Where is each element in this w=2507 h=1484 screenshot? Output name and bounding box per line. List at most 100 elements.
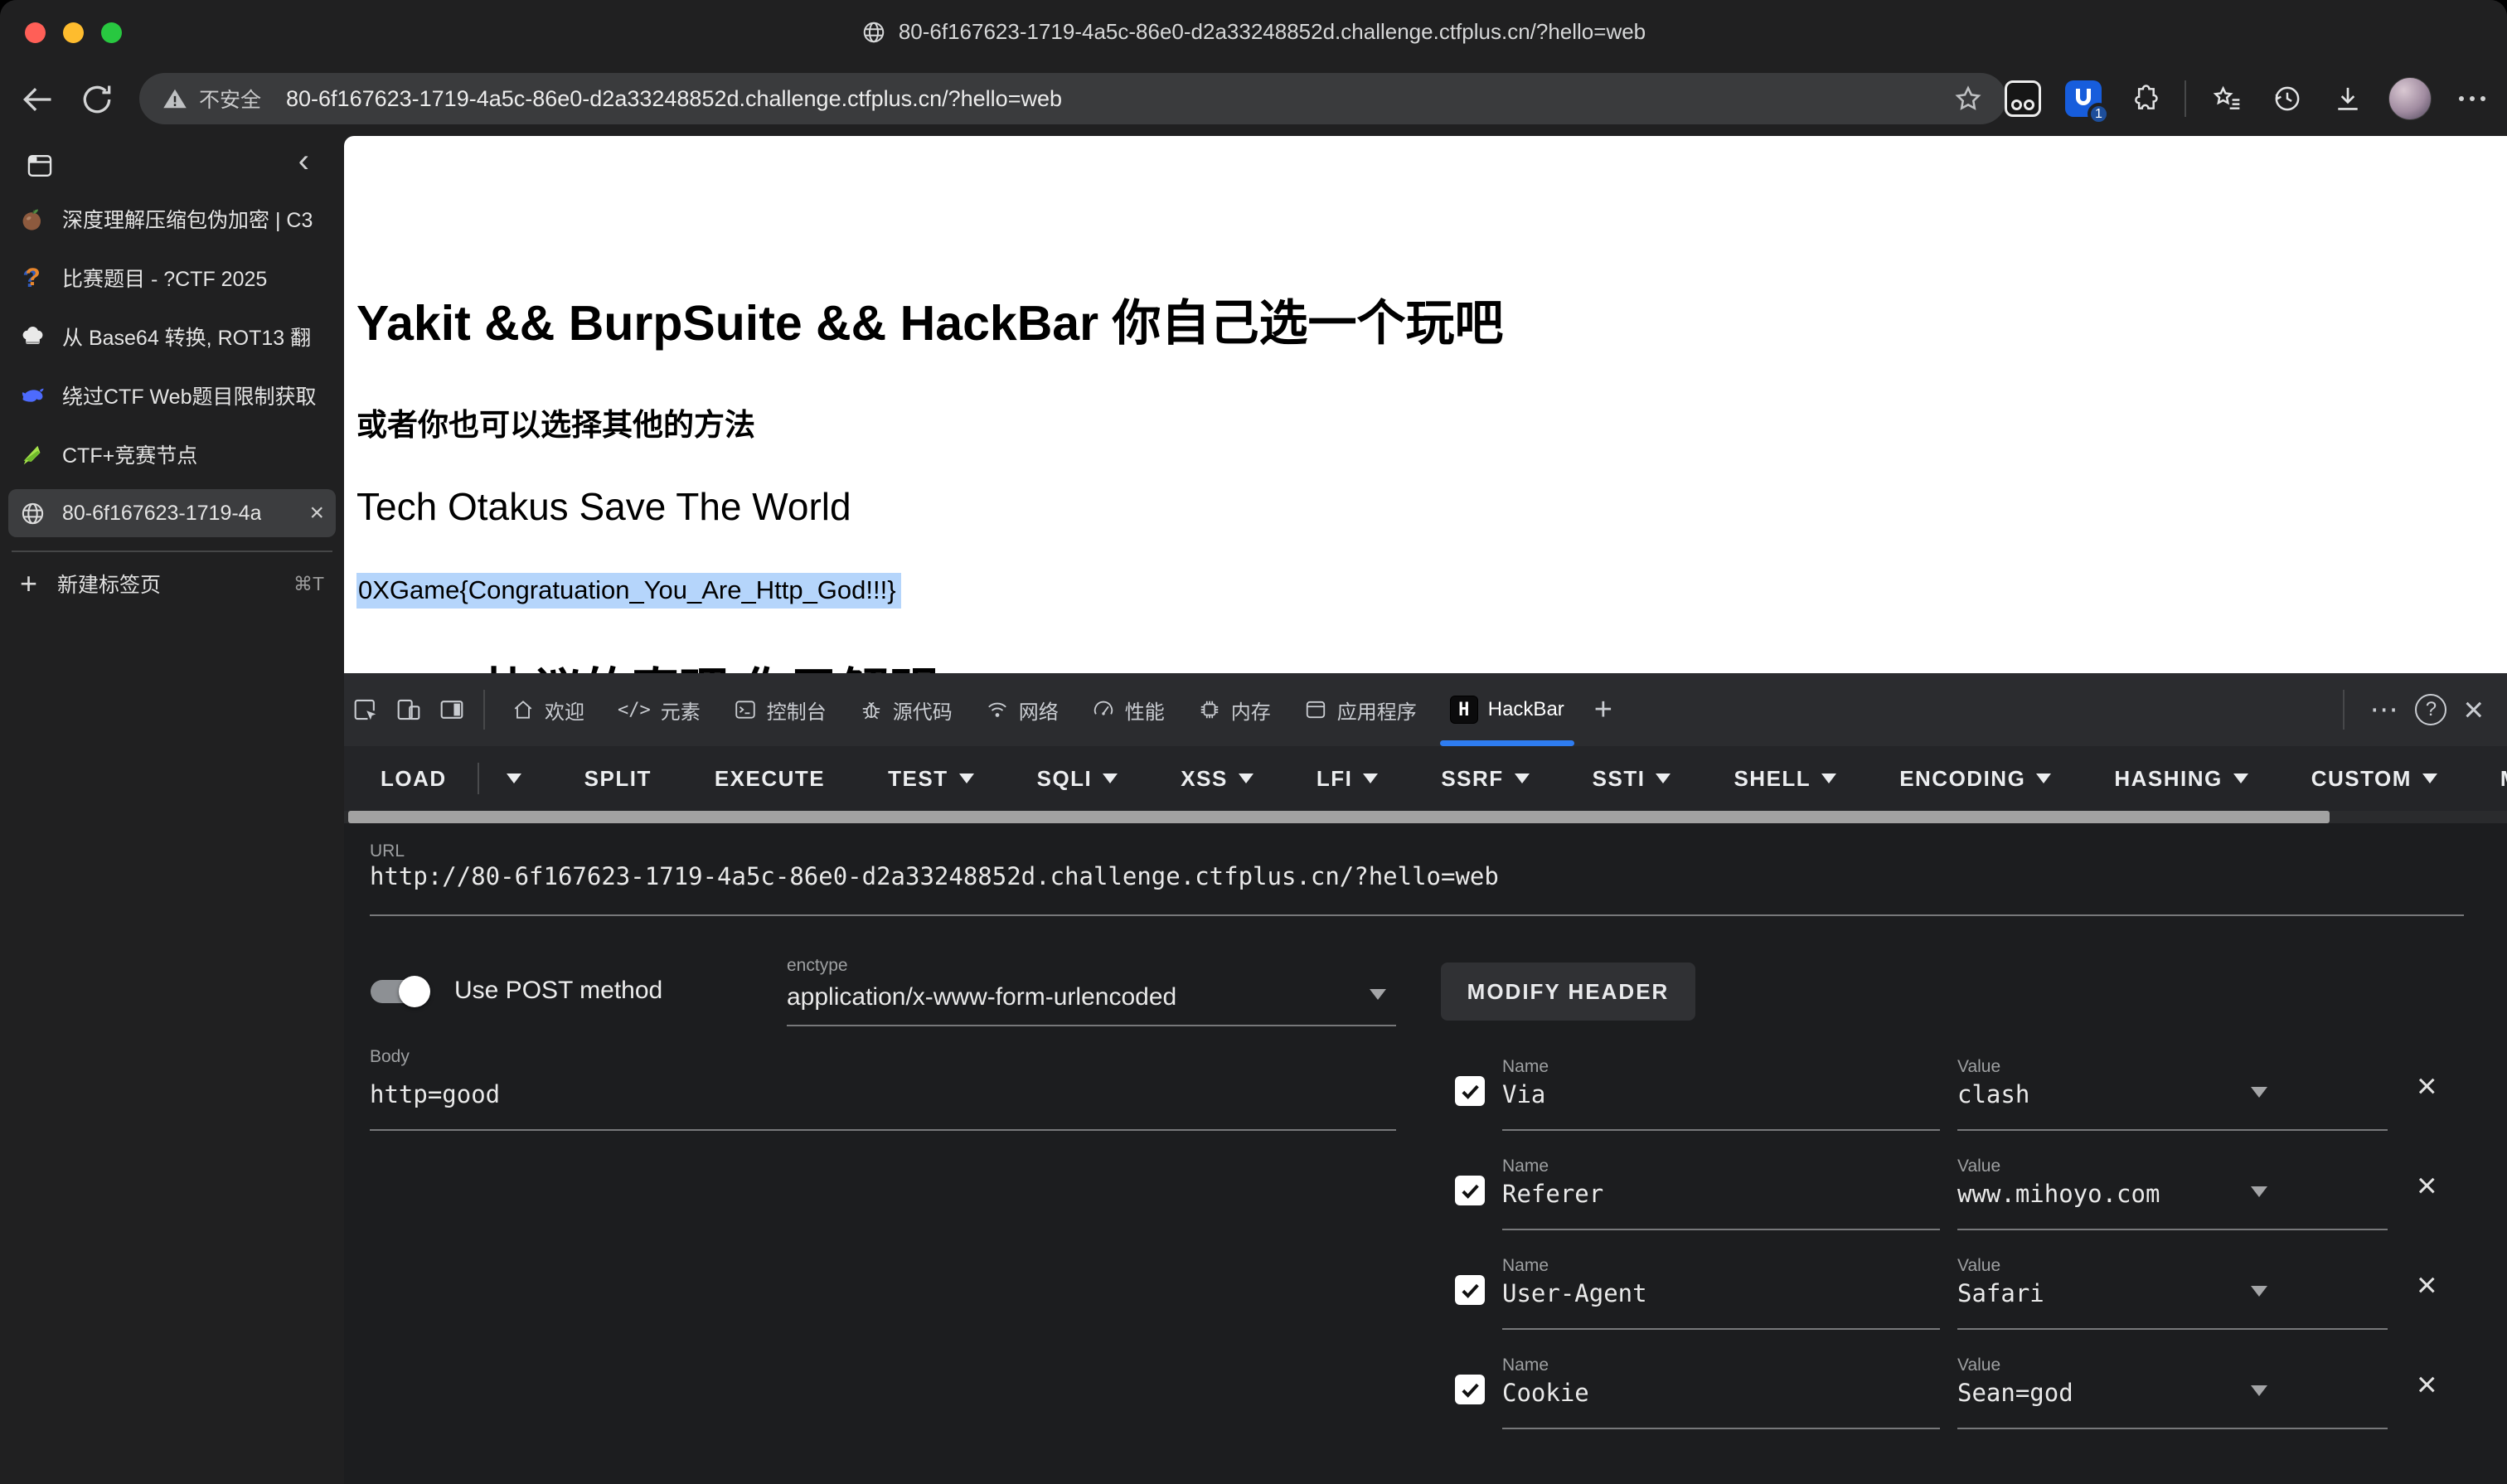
devtools-close-button[interactable]: × — [2453, 690, 2494, 730]
address-url[interactable]: 80-6f167623-1719-4a5c-86e0-d2a33248852d.… — [286, 86, 1062, 112]
hackbar-menu-test[interactable]: TEST — [888, 766, 973, 792]
hackbar-menu-sqli[interactable]: SQLI — [1037, 766, 1118, 792]
header-name-select[interactable]: Referer — [1502, 1180, 1603, 1208]
header-value-input[interactable]: www.mihoyo.com — [1957, 1180, 2160, 1208]
sidebar-tab-cyberchef[interactable]: 从 Base64 转换, ROT13 翻 — [8, 313, 336, 361]
header-name-select[interactable]: Via — [1502, 1080, 1545, 1108]
vertical-tabs-sidebar: ‹ 深度理解压缩包伪加密 | C3 ? 比赛题目 - ?CTF 2025 从 B… — [0, 136, 344, 1484]
use-post-toggle-thumb[interactable] — [399, 976, 430, 1007]
inspect-element-button[interactable] — [344, 686, 387, 733]
back-button[interactable] — [13, 75, 61, 124]
remove-header-button[interactable]: × — [2417, 1268, 2437, 1302]
hackbar-menu-hashing[interactable]: HASHING — [2114, 766, 2248, 792]
devtools-help-button[interactable]: ? — [2415, 694, 2446, 725]
check-icon — [1458, 1179, 1481, 1202]
modify-header-button[interactable]: MODIFY HEADER — [1441, 963, 1695, 1021]
chevron-down-icon[interactable] — [2251, 1186, 2267, 1197]
favorites-button[interactable] — [2207, 79, 2247, 119]
devtools-tab-welcome[interactable]: 欢迎 — [495, 673, 601, 746]
bookmark-star-icon[interactable] — [1953, 84, 1983, 114]
sidebar-tab-deepseek[interactable]: 绕过CTF Web题目限制获取 — [8, 371, 336, 419]
devtools-tab-hackbar[interactable]: H HackBar — [1433, 673, 1581, 746]
extensions-menu-button[interactable] — [2124, 79, 2164, 119]
hackbar-menu-split[interactable]: SPLIT — [584, 766, 652, 792]
binoculars-extension-button[interactable] — [2003, 79, 2043, 119]
header-name-select[interactable]: User-Agent — [1502, 1279, 1647, 1307]
sidebar-tab-active-challenge[interactable]: 80-6f167623-1719-4a × — [8, 489, 336, 537]
devtools-tab-memory[interactable]: 内存 — [1181, 673, 1287, 746]
tab-label: 比赛题目 - ?CTF 2025 — [62, 263, 267, 293]
hackbar-menu-encoding[interactable]: ENCODING — [1899, 766, 2051, 792]
profile-avatar[interactable] — [2388, 77, 2432, 120]
chevron-down-icon — [2422, 774, 2437, 783]
sidebar-tab-zip-encryption[interactable]: 深度理解压缩包伪加密 | C3 — [8, 195, 336, 243]
collapse-sidebar-button[interactable]: ‹ — [298, 144, 309, 177]
security-label[interactable]: 不安全 — [199, 84, 261, 114]
more-options-button[interactable] — [2452, 79, 2492, 119]
url-underline — [370, 914, 2464, 916]
header-name-underline — [1502, 1328, 1940, 1330]
chevron-down-icon[interactable] — [2251, 1385, 2267, 1396]
devtools-tab-elements[interactable]: </> 元素 — [601, 673, 717, 746]
network-icon — [986, 698, 1009, 721]
header-enabled-checkbox[interactable] — [1455, 1176, 1485, 1205]
remove-header-button[interactable]: × — [2417, 1168, 2437, 1203]
hackbar-menu-lfi[interactable]: LFI — [1317, 766, 1379, 792]
hackbar-menu-shell[interactable]: SHELL — [1734, 766, 1836, 792]
address-bar[interactable]: 不安全 80-6f167623-1719-4a5c-86e0-d2a332488… — [139, 73, 2006, 124]
hackbar-menu-xss[interactable]: XSS — [1181, 766, 1254, 792]
remove-header-button[interactable]: × — [2417, 1069, 2437, 1103]
reload-button[interactable] — [73, 75, 121, 124]
chevron-down-icon[interactable] — [2251, 1087, 2267, 1098]
chevron-down-icon[interactable] — [507, 774, 521, 783]
new-tab-button[interactable]: + 新建标签页 ⌘T — [0, 560, 344, 607]
tab-label: 绕过CTF Web题目限制获取 — [62, 381, 317, 410]
check-icon — [1458, 1378, 1481, 1401]
device-toolbar-button[interactable] — [387, 686, 430, 733]
header-name-select[interactable]: Cookie — [1502, 1379, 1589, 1407]
chevron-down-icon[interactable] — [2251, 1286, 2267, 1297]
sidebar-tab-ctf-2025[interactable]: ? 比赛题目 - ?CTF 2025 — [8, 254, 336, 302]
hackbar-icon: H — [1450, 696, 1478, 724]
hackbar-menu-mode[interactable]: MODE — [2500, 766, 2507, 792]
header-row: Name Via Value clash × — [1455, 1047, 2507, 1147]
devtools-tab-network[interactable]: 网络 — [969, 673, 1075, 746]
header-value-input[interactable]: Safari — [1957, 1279, 2044, 1307]
devtools-tab-performance[interactable]: 性能 — [1075, 673, 1181, 746]
application-window-icon — [1304, 698, 1327, 721]
downloads-button[interactable] — [2328, 79, 2368, 119]
header-value-label: Value — [1957, 1157, 2000, 1176]
hackbar-menu-ssrf[interactable]: SSRF — [1441, 766, 1529, 792]
header-enabled-checkbox[interactable] — [1455, 1375, 1485, 1404]
ellipsis-icon — [2459, 96, 2485, 101]
url-input[interactable]: http://80-6f167623-1719-4a5c-86e0-d2a332… — [370, 862, 1499, 890]
history-button[interactable] — [2267, 79, 2307, 119]
header-value-input[interactable]: Sean=god — [1957, 1379, 2073, 1407]
header-enabled-checkbox[interactable] — [1455, 1275, 1485, 1305]
body-input[interactable]: http=good — [370, 1080, 500, 1108]
enctype-select[interactable]: application/x-www-form-urlencoded — [787, 983, 1176, 1011]
scrollbar-thumb[interactable] — [348, 811, 2330, 823]
hackbar-scrollbar-track[interactable] — [344, 811, 2507, 823]
chevron-down-icon[interactable] — [1370, 989, 1386, 1000]
bitwarden-extension-button[interactable]: 1 — [2063, 79, 2103, 119]
devtools-panel: 欢迎 </> 元素 控制台 源代码 网络 性能 — [344, 673, 2507, 1484]
hackbar-menu-execute[interactable]: EXECUTE — [715, 766, 825, 792]
hackbar-menu-load[interactable]: LOAD — [381, 763, 521, 794]
header-value-input[interactable]: clash — [1957, 1080, 2029, 1108]
close-tab-button[interactable]: × — [309, 499, 324, 527]
hackbar-menu-custom[interactable]: CUSTOM — [2311, 766, 2437, 792]
devtools-tab-console[interactable]: 控制台 — [717, 673, 843, 746]
remove-header-button[interactable]: × — [2417, 1367, 2437, 1402]
dock-side-button[interactable] — [430, 686, 473, 733]
devtools-tab-sources[interactable]: 源代码 — [843, 673, 969, 746]
more-tabs-button[interactable]: + — [1581, 692, 1626, 728]
devtools-menu-button[interactable]: ⋯ — [2361, 693, 2408, 726]
not-secure-warning-icon[interactable] — [162, 86, 187, 111]
tab-actions-icon[interactable] — [26, 152, 54, 180]
sidebar-tab-ctf-node[interactable]: CTF+竞赛节点 — [8, 430, 336, 478]
header-enabled-checkbox[interactable] — [1455, 1076, 1485, 1106]
hackbar-menu-ssti[interactable]: SSTI — [1593, 766, 1671, 792]
header-value-underline — [1957, 1129, 2388, 1131]
devtools-tab-application[interactable]: 应用程序 — [1287, 673, 1433, 746]
